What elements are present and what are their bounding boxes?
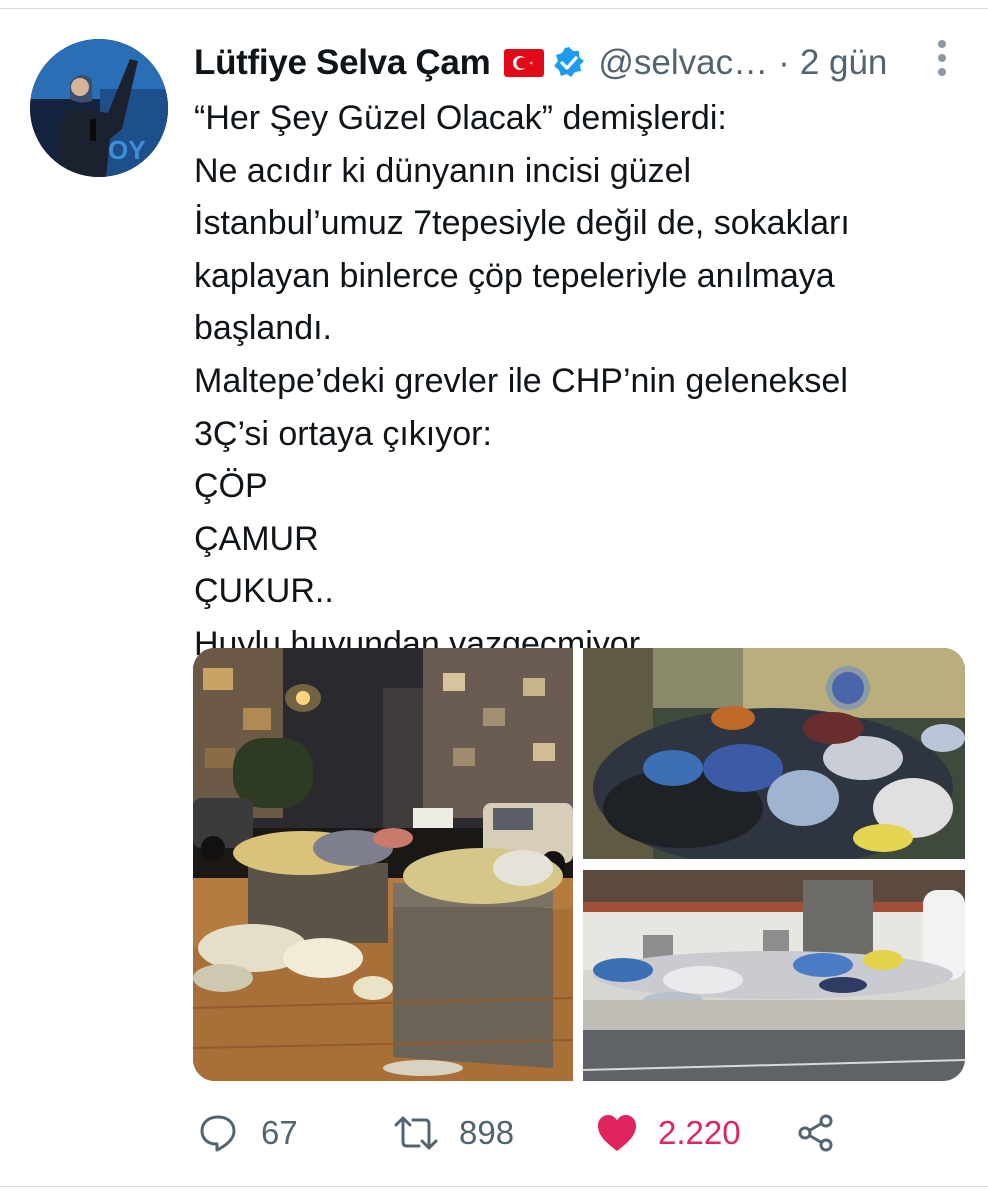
media-photo-2[interactable] xyxy=(583,648,965,859)
share-icon xyxy=(796,1113,836,1153)
reply-count: 67 xyxy=(261,1114,298,1151)
reply-icon xyxy=(197,1112,239,1154)
bottom-divider xyxy=(0,1186,988,1187)
turkey-flag-icon xyxy=(504,49,545,77)
verified-badge-icon xyxy=(552,46,586,80)
media-photo-1[interactable] xyxy=(193,648,573,1081)
time-separator: · xyxy=(778,43,790,82)
tweet-text: “Her Şey Güzel Olacak” demişlerdi: Ne ac… xyxy=(194,92,964,671)
retweet-icon xyxy=(393,1112,439,1154)
tweet-line: ÇAMUR xyxy=(194,519,319,558)
like-count: 2.220 xyxy=(658,1114,741,1151)
more-vertical-icon[interactable] xyxy=(930,38,954,78)
media-grid xyxy=(193,648,965,1081)
tweet-line: İstanbul’umuz 7tepesiyle değil de, sokak… xyxy=(194,204,850,243)
tweet-line: 3Ç’si ortaya çıkıyor: xyxy=(194,414,492,453)
retweet-button[interactable]: 898 xyxy=(393,1108,514,1158)
tweet-line: kaplayan binlerce çöp tepeleriyle anılma… xyxy=(194,256,835,295)
author-name[interactable]: Lütfiye Selva Çam xyxy=(194,43,491,83)
tweet-line: “Her Şey Güzel Olacak” demişlerdi: xyxy=(194,99,727,137)
avatar[interactable]: OY xyxy=(30,39,168,177)
tweet-line: Maltepe’deki grevler ile CHP’nin gelenek… xyxy=(194,361,848,400)
retweet-count: 898 xyxy=(459,1114,515,1151)
reply-button[interactable]: 67 xyxy=(197,1108,298,1158)
author-handle[interactable]: @selvac… xyxy=(598,43,768,83)
media-photo-3[interactable] xyxy=(583,870,965,1081)
share-button[interactable] xyxy=(796,1108,836,1158)
svg-text:OY: OY xyxy=(108,135,146,165)
heart-filled-icon xyxy=(596,1113,638,1153)
tweet-time[interactable]: 2 gün xyxy=(800,43,888,83)
top-divider xyxy=(0,8,988,9)
tweet-line: Ne acıdır ki dünyanın incisi güzel xyxy=(194,151,692,190)
tweet-line: ÇÖP xyxy=(194,467,268,506)
tweet-line: başlandı. xyxy=(194,309,332,348)
tweet-line: ÇUKUR.. xyxy=(194,572,334,611)
like-button[interactable]: 2.220 xyxy=(596,1108,741,1158)
